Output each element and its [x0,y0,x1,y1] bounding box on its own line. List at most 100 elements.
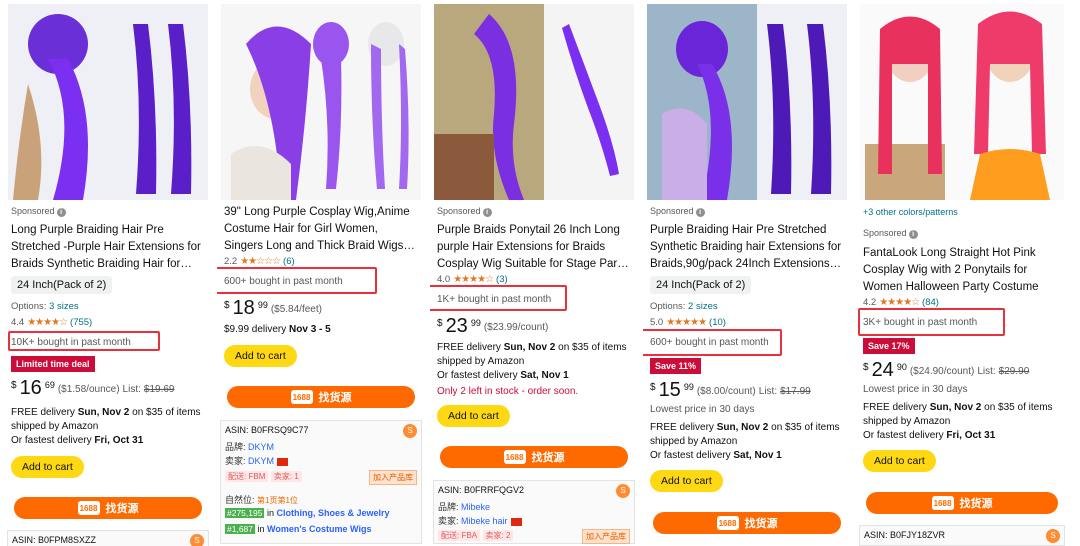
highlight-box [643,329,782,356]
price[interactable]: $16 69 ($1.58/ounce) List: $19.69 [11,378,174,398]
fulfillment-row: 配送: FBM 卖家: 1 [225,471,302,482]
info-icon[interactable]: i [695,208,705,217]
add-to-library-button[interactable]: 加入产品库 [582,529,630,544]
price[interactable]: $18 99 ($5.84/feet) [224,298,322,318]
source-icon[interactable]: S [190,534,204,546]
options-row: Options: 2 sizes [650,301,718,312]
stars-icon: ★★★★★ [666,317,707,328]
lowest-price-note: Lowest price in 30 days [863,384,968,395]
options-row: Options: 3 sizes [11,301,79,312]
product-image[interactable] [860,4,1064,200]
add-to-cart-button[interactable]: Add to cart [863,450,936,472]
fulfillment-row: 配送: FBA 卖家: 2 [438,530,514,541]
product-title[interactable]: FantaLook Long Straight Hot Pink Cosplay… [863,245,1062,296]
deal-badge: Save 11% [650,358,702,374]
asin-label[interactable]: ASIN: B0FPM8SXZZ [12,535,96,545]
brand-row: 品牌: Mibeke [438,502,491,512]
stars-icon: ★★★★☆ [27,317,68,328]
rating-row[interactable]: 2.2 ★★☆☆☆ (6) [224,256,295,267]
source-icon[interactable]: S [616,484,630,498]
asin-panel: ASIN: B0FRSQ9C77 S 品牌: DKYM 卖家: DKYM 配送:… [220,420,422,544]
stars-icon: ★★★★☆ [453,274,494,285]
product-card-2[interactable]: 39" Long Purple Cosplay Wig,Anime Costum… [217,0,425,546]
1688-logo-icon: 1688 [716,516,739,530]
highlight-box [858,308,1005,336]
rating-row[interactable]: 4.2 ★★★★☆ (84) [863,297,939,308]
add-to-cart-button[interactable]: Add to cart [224,345,297,367]
delivery-info: FREE delivery Sun, Nov 2 on $35 of items… [11,407,201,446]
asin-panel: ASIN: B0FRRFQGV2 S 品牌: Mibeke 卖家: Mibeke… [433,480,635,544]
highlight-box [8,331,160,351]
sponsored-label[interactable]: Sponsored i [863,228,918,239]
product-image[interactable] [221,4,421,200]
source-icon[interactable]: S [1046,529,1060,543]
stars-icon: ★★★★☆ [879,297,920,308]
options-link[interactable]: 3 sizes [49,301,79,312]
seller-row: 卖家: Mibeke hair [438,514,522,527]
find-source-button[interactable]: 1688 找货源 [14,497,202,519]
size-chip[interactable]: 24 Inch(Pack of 2) [11,276,113,294]
find-source-button[interactable]: 1688 找货源 [440,446,628,468]
sponsored-label[interactable]: Sponsored i [437,206,492,217]
highlight-box [430,285,567,311]
product-title[interactable]: Purple Braiding Hair Pre Stretched Synth… [650,222,845,273]
find-source-button[interactable]: 1688 找货源 [227,386,415,408]
product-image[interactable] [647,4,847,200]
product-card-5[interactable]: +3 other colors/patterns Sponsored i Fant… [856,0,1068,546]
price[interactable]: $15 99 ($8.00/count) List: $17.99 [650,380,811,400]
deal-badge: Save 17% [863,338,915,354]
lowest-price-note: Lowest price in 30 days [650,404,755,415]
china-flag-icon [277,457,289,466]
asin-label[interactable]: ASIN: B0FRSQ9C77 [225,425,309,435]
options-link[interactable]: 2 sizes [688,301,718,312]
find-source-button[interactable]: 1688 找货源 [866,492,1058,514]
1688-logo-icon: 1688 [77,501,100,515]
product-title[interactable]: Long Purple Braiding Hair Pre Stretched … [11,222,206,273]
product-image[interactable] [434,4,634,200]
product-title[interactable]: Purple Braids Ponytail 26 Inch Long purp… [437,222,632,273]
product-card-4[interactable]: Sponsored i Purple Braiding Hair Pre Stre… [643,0,851,546]
china-flag-icon [510,517,522,526]
product-card-1[interactable]: Sponsored i Long Purple Braiding Hair Pre… [4,0,212,546]
sponsored-label[interactable]: Sponsored i [650,206,705,217]
price[interactable]: $24 90 ($24.90/count) List: $29.90 [863,360,1029,380]
info-icon[interactable]: i [56,208,66,217]
source-icon[interactable]: S [403,424,417,438]
delivery-info: $9.99 delivery Nov 3 - 5 [224,324,331,335]
natural-position-row: 自然位: 第1页第1位 [225,495,298,505]
other-colors-link[interactable]: +3 other colors/patterns [863,207,958,217]
1688-logo-icon: 1688 [290,390,313,404]
size-chip[interactable]: 24 Inch(Pack of 2) [650,276,752,294]
price[interactable]: $23 99 ($23.99/count) [437,316,548,336]
add-to-cart-button[interactable]: Add to cart [437,405,510,427]
add-to-cart-button[interactable]: Add to cart [11,456,84,478]
delivery-info: FREE delivery Sun, Nov 2 on $35 of items… [863,402,1053,441]
product-image[interactable] [8,4,208,200]
brand-row: 品牌: DKYM [225,442,275,452]
info-icon[interactable]: i [482,208,492,217]
delivery-info: FREE delivery Sun, Nov 2 on $35 of items… [437,342,627,381]
asin-panel: ASIN: B0FJY18ZVR S [859,525,1065,546]
rating-row[interactable]: 4.0 ★★★★☆ (3) [437,274,508,285]
product-title[interactable]: 39" Long Purple Cosplay Wig,Anime Costum… [224,204,419,255]
highlight-box [217,267,377,294]
rating-row[interactable]: 5.0 ★★★★★ (10) [650,317,726,328]
rank-row-2: #1,687 in Women's Costume Wigs [225,524,372,534]
sponsored-label[interactable]: Sponsored i [11,206,66,217]
add-to-library-button[interactable]: 加入产品库 [369,470,417,485]
product-card-3[interactable]: Sponsored i Purple Braids Ponytail 26 Inc… [430,0,638,546]
rank-row-1: #275,195 in Clothing, Shoes & Jewelry [225,508,390,518]
1688-logo-icon: 1688 [503,450,526,464]
stock-warning: Only 2 left in stock - order soon. [437,386,579,397]
stars-icon: ★★☆☆☆ [240,256,281,267]
rating-row[interactable]: 4.4 ★★★★☆ (755) [11,317,92,328]
deal-badge: Limited time deal [11,356,95,372]
asin-label[interactable]: ASIN: B0FJY18ZVR [864,530,945,540]
seller-row: 卖家: DKYM [225,454,289,467]
add-to-cart-button[interactable]: Add to cart [650,470,723,492]
asin-label[interactable]: ASIN: B0FRRFQGV2 [438,485,524,495]
info-icon[interactable]: i [908,230,918,239]
asin-panel: ASIN: B0FPM8SXZZ S [7,530,209,546]
find-source-button[interactable]: 1688 找货源 [653,512,841,534]
delivery-info: FREE delivery Sun, Nov 2 on $35 of items… [650,422,840,461]
